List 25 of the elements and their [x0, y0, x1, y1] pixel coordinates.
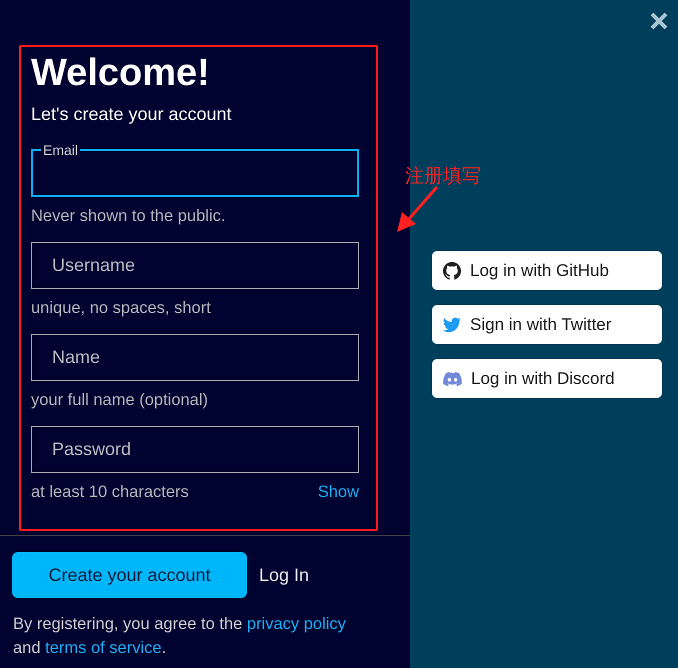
social-login-button[interactable]: Sign in with Twitter — [432, 305, 662, 344]
log-in-link[interactable]: Log In — [249, 562, 320, 588]
annotation-label: 注册填写 — [405, 164, 481, 189]
close-icon[interactable] — [650, 12, 668, 30]
field-hint: at least 10 characters — [31, 482, 189, 502]
input-field[interactable]: Username — [31, 242, 359, 289]
email-field[interactable]: Email — [31, 142, 359, 197]
subtitle: Let's create your account — [31, 103, 233, 125]
create-account-button[interactable]: Create your account — [12, 552, 247, 598]
privacy-policy-link[interactable]: privacy policy — [246, 615, 346, 633]
welcome-heading: Welcome! — [31, 51, 211, 95]
show-password-link[interactable]: Show — [318, 482, 359, 502]
field-hint: your full name (optional) — [31, 390, 208, 410]
annotation-arrow — [396, 186, 438, 234]
github-icon — [443, 262, 461, 280]
input-field[interactable]: Password — [31, 426, 359, 473]
game-controller-icon — [443, 372, 462, 386]
terms-link[interactable]: terms of service — [45, 639, 162, 657]
social-login-button[interactable]: Log in with Discord — [432, 359, 662, 398]
field-hint: Never shown to the public. — [31, 206, 226, 226]
terms-text: By registering, you agree to the privacy policy and terms of service. — [12, 614, 347, 659]
social-login-button[interactable]: Log in with GitHub — [432, 251, 662, 290]
input-field[interactable]: Name — [31, 334, 359, 381]
field-hint: unique, no spaces, short — [31, 298, 211, 318]
bird-icon — [443, 316, 461, 332]
